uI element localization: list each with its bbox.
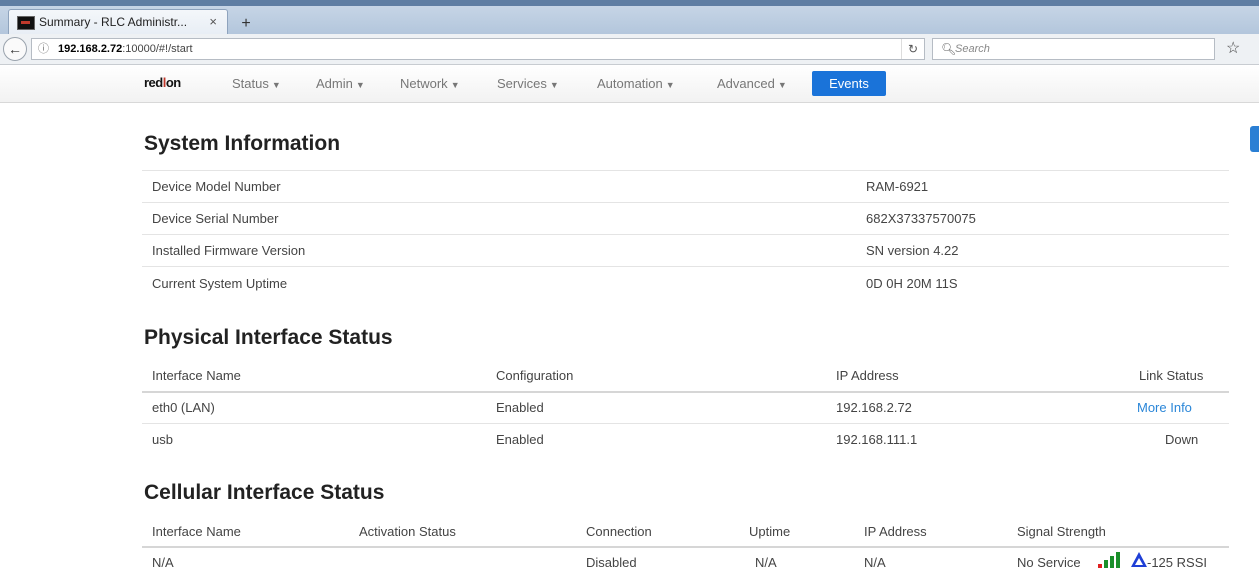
system-info-label: Current System Uptime	[152, 276, 288, 291]
tab-title: Summary - RLC Administr...	[39, 15, 188, 29]
divider	[142, 546, 1229, 548]
column-header: Activation Status	[359, 524, 456, 539]
cellular-interface-name: N/A	[152, 555, 174, 570]
events-button[interactable]: Events	[812, 71, 886, 96]
signal-text: No Service	[1017, 555, 1081, 570]
signal-bar	[1116, 552, 1120, 568]
signal-bar	[1110, 556, 1114, 568]
brand-logo[interactable]: redlon	[144, 75, 181, 90]
system-info-label: Installed Firmware Version	[152, 243, 306, 258]
bookmark-star-icon[interactable]: ☆	[1226, 39, 1240, 59]
search-icon: 🔍︎	[941, 42, 957, 56]
search-placeholder: Search	[955, 43, 990, 55]
column-header: Connection	[586, 524, 652, 539]
nav-network[interactable]: Network ▼	[400, 65, 460, 102]
caret-down-icon: ▼	[355, 80, 365, 90]
system-info-value: SN version 4.22	[866, 243, 959, 258]
column-header: Interface Name	[152, 524, 241, 539]
reload-icon[interactable]: ↻	[900, 39, 918, 59]
physical-interface-title: Physical Interface Status	[144, 326, 393, 349]
nav-status[interactable]: Status ▼	[232, 65, 281, 102]
nav-admin[interactable]: Admin ▼	[316, 65, 365, 102]
rssi-value: -125 RSSI	[1147, 555, 1207, 570]
nav-advanced[interactable]: Advanced ▼	[717, 65, 787, 102]
triangle-inner	[1135, 558, 1143, 565]
signal-bar	[1104, 560, 1108, 568]
caret-down-icon: ▼	[271, 80, 281, 90]
cellular-ip: N/A	[864, 555, 886, 570]
browser-tab[interactable]: Summary - RLC Administr... ×	[8, 9, 228, 34]
interface-name: eth0 (LAN)	[152, 400, 215, 415]
link-status: Down	[1165, 432, 1199, 447]
search-input[interactable]: 🔍︎ Search	[932, 38, 1215, 60]
info-icon[interactable]: ⓘ	[38, 39, 49, 59]
divider	[142, 266, 1229, 267]
column-header: Interface Name	[152, 368, 241, 383]
favicon-icon	[17, 16, 35, 30]
column-header: Signal Strength	[1017, 524, 1106, 539]
cellular-interface-title: Cellular Interface Status	[144, 481, 385, 504]
more-info-link[interactable]: More Info	[1137, 400, 1192, 415]
nav-services[interactable]: Services ▼	[497, 65, 559, 102]
tab-close-icon[interactable]: ×	[209, 10, 217, 34]
divider	[142, 391, 1229, 393]
caret-down-icon: ▼	[450, 80, 460, 90]
column-header: Configuration	[496, 368, 574, 383]
side-action-button[interactable]	[1250, 126, 1259, 152]
divider	[142, 170, 1229, 171]
tab-bar: Summary - RLC Administr... × +	[0, 6, 1259, 34]
divider	[142, 202, 1229, 203]
system-info-value: 682X37337570075	[866, 211, 976, 226]
column-header: Link Status	[1139, 368, 1204, 383]
url-text: 192.168.2.72:10000/#!/start	[58, 43, 193, 55]
signal-bars-icon	[1098, 552, 1124, 568]
browser-toolbar: ← ⓘ 192.168.2.72:10000/#!/start ↻ 🔍︎ Sea…	[0, 34, 1259, 65]
caret-down-icon: ▼	[777, 80, 787, 90]
address-bar[interactable]: ⓘ 192.168.2.72:10000/#!/start ↻	[31, 38, 925, 60]
system-info-label: Device Model Number	[152, 179, 281, 194]
interface-config: Enabled	[496, 400, 544, 415]
system-info-label: Device Serial Number	[152, 211, 279, 226]
column-header: IP Address	[836, 368, 899, 383]
interface-name: usb	[152, 432, 173, 447]
signal-bar	[1098, 564, 1102, 568]
system-info-value: 0D 0H 20M 11S	[866, 276, 958, 291]
cellular-uptime: N/A	[755, 555, 777, 570]
column-header: Uptime	[749, 524, 791, 539]
interface-ip: 192.168.2.72	[836, 400, 912, 415]
caret-down-icon: ▼	[549, 80, 559, 90]
column-header: IP Address	[864, 524, 927, 539]
back-arrow-icon[interactable]: ←	[3, 37, 27, 61]
system-info-value: RAM-6921	[866, 179, 929, 194]
divider	[142, 234, 1229, 235]
system-info-title: System Information	[144, 132, 341, 155]
app-navbar: redlon Status ▼ Admin ▼ Network ▼ Services ▼…	[0, 65, 1259, 103]
cellular-connection: Disabled	[586, 555, 637, 570]
interface-config: Enabled	[496, 432, 544, 447]
interface-ip: 192.168.111.1	[836, 432, 918, 447]
divider	[142, 423, 1229, 424]
new-tab-button[interactable]: +	[236, 15, 256, 33]
nav-automation[interactable]: Automation ▼	[597, 65, 675, 102]
caret-down-icon: ▼	[665, 80, 675, 90]
